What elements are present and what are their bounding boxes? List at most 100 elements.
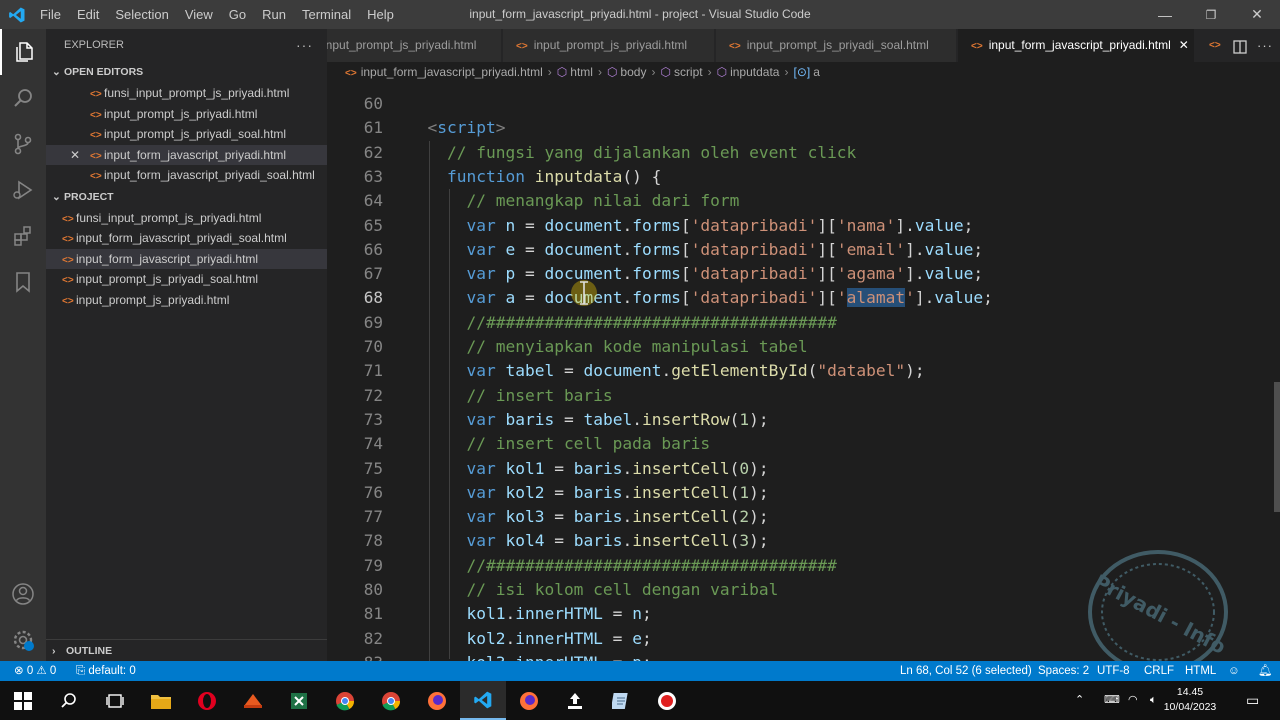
element-icon: ⬡ [556, 65, 568, 79]
open-editor-item-active[interactable]: ✕ <> input_form_javascript_priyadi.html [46, 144, 327, 166]
taskbar-search-button[interactable] [46, 681, 92, 720]
menu-terminal[interactable]: Terminal [294, 0, 359, 29]
accounts-activity-button[interactable] [0, 571, 46, 617]
project-file-item[interactable]: <> input_form_javascript_priyadi_soal.htm… [46, 228, 327, 249]
project-file-item[interactable]: <> funsi_input_prompt_js_priyadi.html [46, 208, 327, 229]
breadcrumb-file[interactable]: input_form_javascript_priyadi.html [361, 65, 543, 79]
project-section-header[interactable]: ⌄ PROJECT [46, 186, 327, 208]
branch-status[interactable]: ⎘ default: 0 [76, 661, 136, 681]
explorer-activity-button[interactable] [0, 29, 46, 75]
taskbar-file-explorer[interactable] [138, 681, 184, 720]
open-editor-item[interactable]: <> input_prompt_js_priyadi_soal.html [46, 124, 327, 145]
branch-label: default: 0 [88, 665, 136, 677]
problems-status[interactable]: ⊗ 0 ⚠ 0 [14, 661, 56, 681]
open-editor-item[interactable]: <> funsi_input_prompt_js_priyadi.html [46, 83, 327, 104]
action-center-icon[interactable]: ▭ [1246, 681, 1259, 720]
project-file-item[interactable]: <> input_prompt_js_priyadi.html [46, 290, 327, 311]
encoding-status[interactable]: UTF-8 [1097, 661, 1130, 681]
outline-section-header[interactable]: › OUTLINE [46, 639, 327, 661]
network-icon[interactable]: ⌨ [1104, 681, 1120, 720]
account-icon [12, 583, 34, 605]
bookmarks-activity-button[interactable] [0, 259, 46, 305]
cursor-position-status[interactable]: Ln 68, Col 52 (6 selected) [900, 661, 1032, 681]
more-tab-actions-icon[interactable]: ··· [1257, 29, 1273, 62]
notepad-icon [612, 692, 628, 709]
scrollbar-thumb[interactable] [1274, 382, 1280, 512]
breadcrumb-separator-icon: › [547, 65, 552, 79]
open-editors-label: OPEN EDITORS [64, 66, 144, 78]
extensions-activity-button[interactable] [0, 213, 46, 259]
open-editors-section-header[interactable]: ⌄ OPEN EDITORS [46, 61, 327, 83]
taskbar-app-orange[interactable] [230, 681, 276, 720]
taskbar-clock[interactable]: 14.45 10/04/2023 [1160, 685, 1220, 715]
open-editor-item[interactable]: <> input_form_javascript_priyadi_soal.htm… [46, 165, 327, 186]
taskbar-chrome-2[interactable] [368, 681, 414, 720]
tab-close-icon[interactable]: ✕ [1179, 38, 1189, 52]
chevron-down-icon: ⌄ [52, 66, 61, 78]
taskbar-firefox-2[interactable] [506, 681, 552, 720]
language-status[interactable]: HTML [1185, 661, 1216, 681]
eol-status[interactable]: CRLF [1144, 661, 1174, 681]
html-file-icon: <> [90, 89, 102, 100]
wifi-icon[interactable]: ◠ [1128, 681, 1138, 720]
menu-run[interactable]: Run [254, 0, 294, 29]
breadcrumb-script[interactable]: script [674, 65, 703, 79]
tab-input-prompt-soal[interactable]: <> input_prompt_js_priyadi_soal.html [716, 29, 957, 62]
show-hidden-icons-button[interactable]: ⌃ [1075, 681, 1084, 720]
start-button[interactable] [0, 681, 46, 720]
indentation-status[interactable]: Spaces: 2 [1038, 661, 1089, 681]
close-window-button[interactable]: ✕ [1234, 0, 1280, 29]
open-editor-label: funsi_input_prompt_js_priyadi.html [104, 86, 290, 100]
volume-icon[interactable]: 🔈︎ [1150, 681, 1157, 720]
menu-file[interactable]: File [32, 0, 69, 29]
chrome-icon [382, 691, 401, 710]
open-changes-icon[interactable]: <> [1209, 29, 1221, 62]
project-file-item[interactable]: <> input_prompt_js_priyadi_soal.html [46, 269, 327, 290]
task-view-button[interactable] [92, 681, 138, 720]
breadcrumb-html[interactable]: html [570, 65, 593, 79]
files-icon [16, 42, 33, 62]
taskbar-app-notes[interactable] [598, 681, 644, 720]
menu-help[interactable]: Help [359, 0, 402, 29]
maximize-button[interactable]: ❐ [1188, 0, 1234, 29]
search-activity-button[interactable] [0, 75, 46, 121]
close-icon[interactable]: ✕ [70, 145, 80, 166]
breadcrumb-a[interactable]: a [813, 65, 820, 79]
menu-view[interactable]: View [177, 0, 221, 29]
taskbar-chrome[interactable] [322, 681, 368, 720]
project-file-label: input_form_javascript_priyadi.html [76, 251, 259, 266]
more-actions-icon[interactable]: ··· [296, 29, 313, 61]
taskbar-firefox[interactable] [414, 681, 460, 720]
tab-label: input_prompt_js_priyadi_soal.html [746, 38, 929, 52]
notifications-icon[interactable]: 🔔︎ [1258, 661, 1273, 681]
html-file-icon: <> [62, 275, 74, 286]
feedback-icon[interactable]: ☺ [1228, 661, 1240, 681]
menu-edit[interactable]: Edit [69, 0, 107, 29]
taskbar-app-upload[interactable] [552, 681, 598, 720]
menu-selection[interactable]: Selection [107, 0, 176, 29]
breadcrumb-inputdata[interactable]: inputdata [730, 65, 779, 79]
element-icon: ⬡ [660, 65, 671, 79]
upload-app-icon [568, 692, 582, 709]
breadcrumb-body[interactable]: body [620, 65, 646, 79]
taskbar-app-green[interactable] [276, 681, 322, 720]
taskbar-opera[interactable] [184, 681, 230, 720]
code-line: // insert baris [466, 385, 613, 405]
split-editor-icon[interactable] [1233, 29, 1247, 62]
title-bar: File Edit Selection View Go Run Terminal… [0, 0, 1280, 29]
menu-go[interactable]: Go [221, 0, 254, 29]
html-file-icon: <> [729, 41, 741, 52]
minimize-button[interactable]: — [1142, 0, 1188, 29]
code-line: var p = document.forms['datapribadi']['a… [466, 264, 984, 284]
run-debug-activity-button[interactable] [0, 167, 46, 213]
tab-input-prompt[interactable]: input_prompt_js_priyadi.html [327, 29, 502, 62]
open-editor-item[interactable]: <> input_prompt_js_priyadi.html [46, 104, 327, 125]
html-file-icon: <> [971, 41, 983, 52]
project-file-item-active[interactable]: <> input_form_javascript_priyadi.html [46, 248, 327, 269]
source-control-activity-button[interactable] [0, 121, 46, 167]
manage-activity-button[interactable] [0, 617, 46, 663]
tab-input-prompt-2[interactable]: <> input_prompt_js_priyadi.html [503, 29, 715, 62]
taskbar-recorder[interactable] [644, 681, 690, 720]
taskbar-vscode[interactable] [460, 681, 506, 720]
tab-input-form-javascript[interactable]: <> input_form_javascript_priyadi.html ✕ [958, 29, 1195, 62]
